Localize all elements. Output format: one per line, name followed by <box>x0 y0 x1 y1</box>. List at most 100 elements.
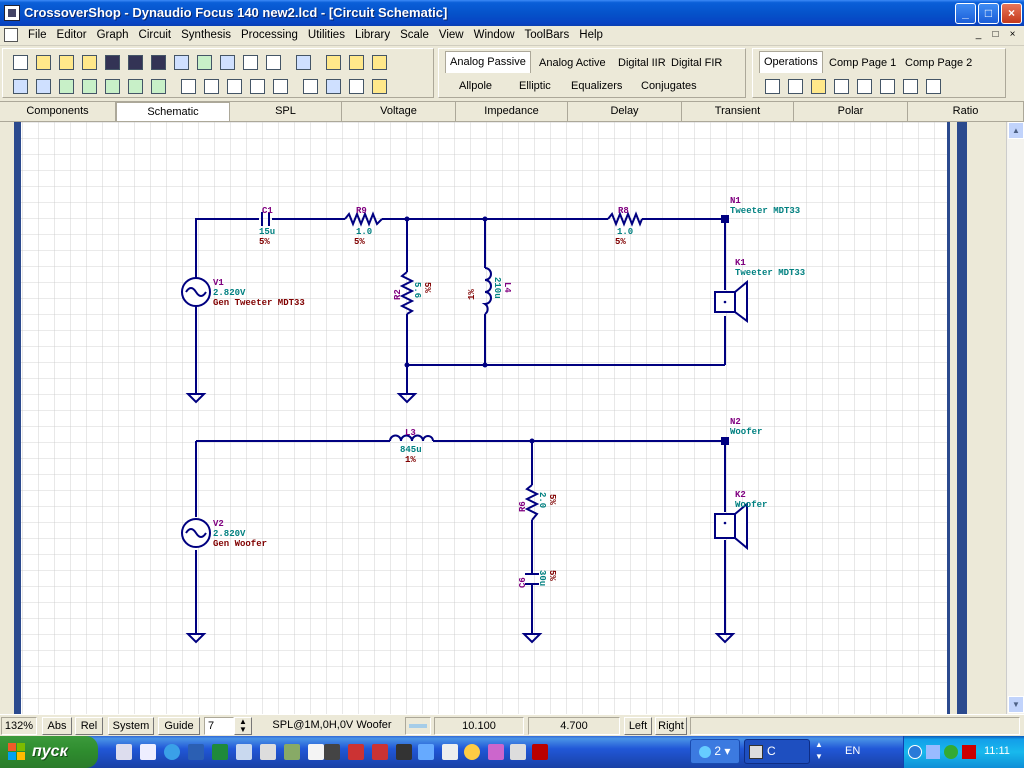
language-indicator[interactable]: EN <box>845 745 860 757</box>
menu-toolbars[interactable]: ToolBars <box>521 26 576 46</box>
wizard-icon[interactable] <box>78 51 100 73</box>
network-icon[interactable] <box>926 745 940 759</box>
maximize-button[interactable]: □ <box>978 3 999 24</box>
taskbar-scroll-icon[interactable]: ▲ ▼ <box>812 739 826 764</box>
taskbar-app-crossovershop[interactable]: C <box>744 739 810 764</box>
scroll-up-icon[interactable]: ▲ <box>1008 122 1024 139</box>
delete-icon[interactable] <box>830 75 852 97</box>
app-icon[interactable] <box>4 5 20 21</box>
quicklaunch-ares-icon[interactable] <box>348 744 364 760</box>
abs-button[interactable]: Abs <box>42 717 72 735</box>
table3-icon[interactable] <box>368 51 390 73</box>
graph4-icon[interactable] <box>246 75 268 97</box>
mdi-minimize-button[interactable]: _ <box>971 28 986 42</box>
graph2-icon[interactable] <box>200 75 222 97</box>
quicklaunch-excel-icon[interactable] <box>212 744 228 760</box>
tab-delay[interactable]: Delay <box>568 102 682 121</box>
list-icon[interactable] <box>262 51 284 73</box>
taskbar-group-button[interactable]: 2 ▾ <box>690 739 740 764</box>
paint-icon[interactable] <box>368 75 390 97</box>
print-preview-icon[interactable] <box>216 51 238 73</box>
vertical-scrollbar[interactable]: ▲ ▼ <box>1006 122 1024 714</box>
tab-digital-iir[interactable]: Digital IIR <box>614 53 670 75</box>
quicklaunch-app6-icon[interactable] <box>418 744 434 760</box>
guide-spinner-icon[interactable]: ▲ ▼ <box>234 717 252 735</box>
cut-icon[interactable] <box>761 75 783 97</box>
quicklaunch-app9-icon[interactable] <box>488 744 504 760</box>
quicklaunch-app1-icon[interactable] <box>236 744 252 760</box>
quicklaunch-app3-icon[interactable] <box>284 744 300 760</box>
mdi-restore-button[interactable]: □ <box>988 28 1003 42</box>
select-icon[interactable] <box>853 75 875 97</box>
zoom-1-icon[interactable] <box>55 75 77 97</box>
quicklaunch-app7-icon[interactable] <box>442 744 458 760</box>
paste-icon[interactable] <box>807 75 829 97</box>
menu-library[interactable]: Library <box>351 26 396 46</box>
clock[interactable]: 11:11 <box>984 745 1010 757</box>
menu-scale[interactable]: Scale <box>396 26 435 46</box>
left-button[interactable]: Left <box>624 717 652 735</box>
tab-transient[interactable]: Transient <box>682 102 794 121</box>
tab-spl[interactable]: SPL <box>230 102 342 121</box>
quicklaunch-ie-icon[interactable] <box>164 744 180 760</box>
menu-synthesis[interactable]: Synthesis <box>177 26 237 46</box>
zoom-out-icon[interactable] <box>32 75 54 97</box>
quicklaunch-explorer-icon[interactable] <box>140 744 156 760</box>
component-icon[interactable] <box>299 75 321 97</box>
antivirus-icon[interactable] <box>962 745 976 759</box>
quicklaunch-word-icon[interactable] <box>188 744 204 760</box>
zoom-4-icon[interactable] <box>101 75 123 97</box>
table2-icon[interactable] <box>345 51 367 73</box>
scroll-down-icon[interactable]: ▼ <box>1008 696 1024 713</box>
menu-file[interactable]: File <box>24 26 53 46</box>
guide-input[interactable]: 7 <box>204 717 234 735</box>
open-file-icon[interactable] <box>55 51 77 73</box>
save-icon[interactable] <box>101 51 123 73</box>
menu-view[interactable]: View <box>435 26 470 46</box>
image-icon[interactable] <box>193 51 215 73</box>
tab-ratio[interactable]: Ratio <box>908 102 1024 121</box>
tab-voltage[interactable]: Voltage <box>342 102 456 121</box>
minimize-button[interactable]: _ <box>955 3 976 24</box>
tab-digital-fir[interactable]: Digital FIR <box>667 53 726 75</box>
grid-icon[interactable] <box>147 75 169 97</box>
tab-components[interactable]: Components <box>0 102 116 121</box>
tab-polar[interactable]: Polar <box>794 102 908 121</box>
graph3-icon[interactable] <box>223 75 245 97</box>
open-folder-icon[interactable] <box>32 51 54 73</box>
tab-equalizers[interactable]: Equalizers <box>567 76 626 98</box>
tab-impedance[interactable]: Impedance <box>456 102 568 121</box>
quicklaunch-tool-icon[interactable] <box>396 744 412 760</box>
quicklaunch-app2-icon[interactable] <box>260 744 276 760</box>
waveform-icon[interactable] <box>345 75 367 97</box>
tray-expand-icon[interactable] <box>908 745 922 759</box>
tab-comp-page-1[interactable]: Comp Page 1 <box>825 53 900 75</box>
quicklaunch-app8-icon[interactable] <box>464 744 480 760</box>
menu-window[interactable]: Window <box>470 26 521 46</box>
menu-help[interactable]: Help <box>575 26 609 46</box>
start-button[interactable]: пуск <box>0 736 98 768</box>
settings-icon[interactable] <box>922 75 944 97</box>
tab-comp-page-2[interactable]: Comp Page 2 <box>901 53 976 75</box>
zoom-in-icon[interactable] <box>9 75 31 97</box>
quicklaunch-app10-icon[interactable] <box>510 744 526 760</box>
tab-schematic[interactable]: Schematic <box>116 102 230 121</box>
menu-graph[interactable]: Graph <box>93 26 135 46</box>
schematic-canvas[interactable]: C1 15u 5% R9 1.0 5% R8 1.0 5% N1 Tweeter… <box>0 122 1024 714</box>
quicklaunch-app4-icon[interactable] <box>308 744 324 760</box>
properties-icon[interactable] <box>876 75 898 97</box>
chart-icon[interactable] <box>322 75 344 97</box>
graph-icon[interactable] <box>177 75 199 97</box>
tab-operations[interactable]: Operations <box>759 51 823 73</box>
copy-icon[interactable] <box>784 75 806 97</box>
title-bar[interactable]: CrossoverShop - Dynaudio Focus 140 new2.… <box>0 0 1024 26</box>
menu-utilities[interactable]: Utilities <box>304 26 351 46</box>
guide-button[interactable]: Guide <box>158 717 200 735</box>
zoom-8-icon[interactable] <box>124 75 146 97</box>
tray-app-icon[interactable] <box>944 745 958 759</box>
template-icon[interactable] <box>170 51 192 73</box>
mdi-close-button[interactable]: × <box>1005 28 1020 42</box>
undo-icon[interactable] <box>899 75 921 97</box>
quicklaunch-app11-icon[interactable] <box>532 744 548 760</box>
close-button[interactable]: × <box>1001 3 1022 24</box>
